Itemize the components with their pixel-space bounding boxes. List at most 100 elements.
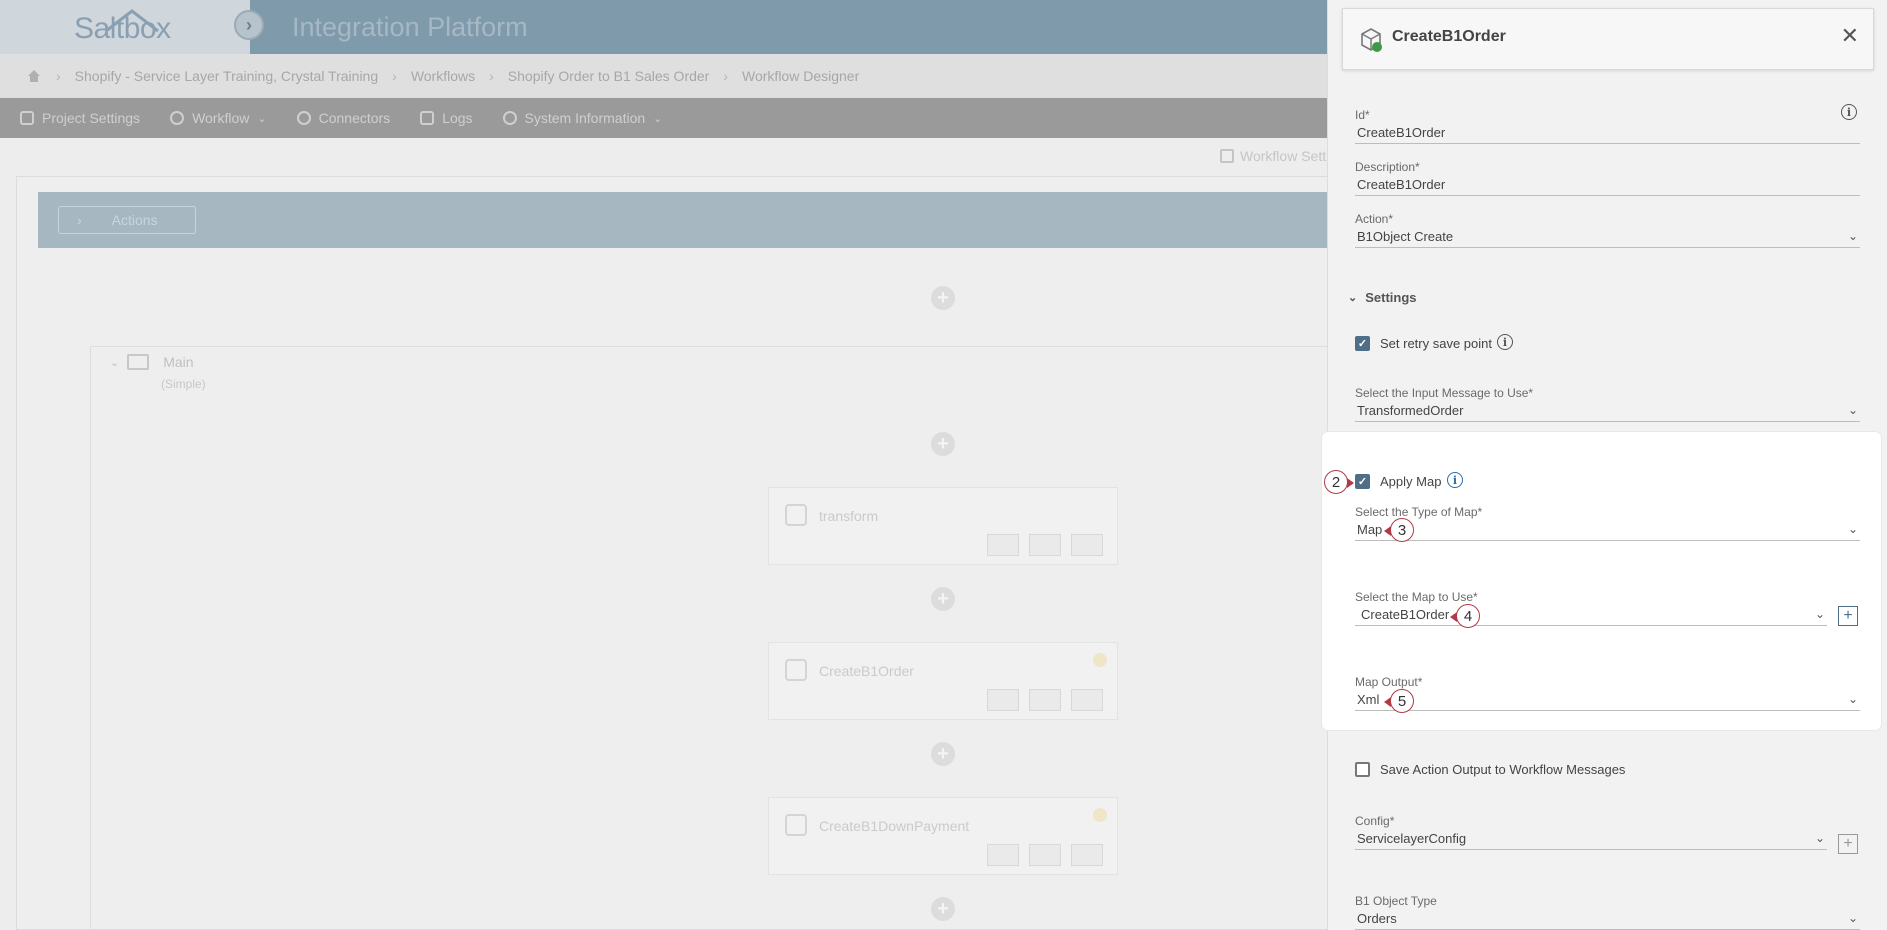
node-delete-button[interactable]: [1071, 689, 1103, 711]
node-settings-button[interactable]: [987, 844, 1019, 866]
action-value: B1Object Create: [1357, 229, 1454, 244]
breadcrumb-workflow[interactable]: Shopify Order to B1 Sales Order: [508, 68, 710, 84]
breadcrumb-separator: ›: [392, 68, 397, 84]
node-delete-button[interactable]: [1071, 534, 1103, 556]
breadcrumb-current: Workflow Designer: [742, 68, 860, 84]
id-field[interactable]: Id* CreateB1Order: [1355, 108, 1860, 144]
workflow-settings-label: Workflow Sett: [1240, 148, 1327, 164]
map-type-select[interactable]: Map ⌄: [1355, 519, 1860, 541]
node-delete-button[interactable]: [1071, 844, 1103, 866]
node-edit-button[interactable]: [1029, 534, 1061, 556]
apply-map-label: Apply Map: [1380, 474, 1442, 489]
menu-label: System Information: [524, 110, 646, 126]
node-name: transform: [819, 508, 879, 524]
main-group-header[interactable]: ⌄ Main: [110, 354, 194, 370]
menu-project-settings[interactable]: Project Settings: [20, 110, 140, 126]
menu-workflow[interactable]: Workflow ⌄: [170, 110, 267, 126]
add-step-button[interactable]: +: [931, 897, 955, 921]
add-config-button[interactable]: +: [1838, 834, 1858, 854]
panel-title: CreateB1Order: [1392, 28, 1506, 45]
menu-system-information[interactable]: System Information ⌄: [502, 110, 662, 126]
menu-label: Workflow: [192, 110, 250, 126]
description-field[interactable]: Description* CreateB1Order: [1355, 160, 1860, 196]
breadcrumb-workflows[interactable]: Workflows: [411, 68, 475, 84]
settings-section-toggle[interactable]: ⌄ Settings: [1348, 290, 1417, 305]
id-input[interactable]: CreateB1Order: [1355, 122, 1860, 144]
object-type-value: Orders: [1357, 911, 1397, 926]
add-step-button[interactable]: +: [931, 432, 955, 456]
config-value: ServicelayerConfig: [1357, 831, 1467, 846]
input-message-select[interactable]: TransformedOrder ⌄: [1355, 400, 1860, 422]
workflow-node[interactable]: transform: [768, 487, 1118, 565]
panel-header: CreateB1Order ✕: [1342, 8, 1874, 70]
description-label: Description*: [1355, 160, 1420, 174]
callout-4: 4: [1450, 604, 1480, 628]
status-dot: [1093, 653, 1107, 667]
node-edit-button[interactable]: [1029, 844, 1061, 866]
chevron-down-icon: ⌄: [1847, 229, 1858, 243]
settings-label: Settings: [1365, 290, 1417, 305]
map-type-field[interactable]: Select the Type of Map* Map ⌄: [1355, 505, 1860, 541]
menu-connectors[interactable]: Connectors: [296, 110, 390, 126]
add-step-button[interactable]: +: [931, 742, 955, 766]
input-message-value: TransformedOrder: [1357, 403, 1464, 418]
action-field[interactable]: Action* B1Object Create ⌄: [1355, 212, 1860, 248]
callout-2: 2: [1324, 470, 1354, 494]
node-settings-button[interactable]: [987, 689, 1019, 711]
config-select[interactable]: ServicelayerConfig ⌄: [1355, 828, 1827, 850]
apply-map-checkbox[interactable]: ✓: [1355, 474, 1370, 489]
chevron-down-icon: ⌄: [1814, 831, 1825, 845]
callout-5: 5: [1384, 689, 1414, 713]
input-message-field[interactable]: Select the Input Message to Use* Transfo…: [1355, 386, 1860, 422]
breadcrumb-project[interactable]: Shopify - Service Layer Training, Crysta…: [75, 68, 378, 84]
object-type-select[interactable]: Orders ⌄: [1355, 908, 1860, 930]
map-use-field[interactable]: Select the Map to Use* CreateB1Order ⌄: [1355, 590, 1827, 626]
chevron-down-icon: ⌄: [1847, 911, 1858, 925]
chevron-down-icon: ⌄: [1348, 292, 1358, 304]
map-use-label: Select the Map to Use*: [1355, 590, 1478, 604]
map-output-select[interactable]: Xml ⌄: [1355, 689, 1860, 711]
add-map-button[interactable]: +: [1838, 606, 1858, 626]
logo-text: Saltbox: [74, 12, 171, 45]
info-icon[interactable]: i: [1497, 334, 1513, 350]
map-use-value: CreateB1Order: [1361, 607, 1450, 622]
description-input[interactable]: CreateB1Order: [1355, 174, 1860, 196]
workflow-node[interactable]: CreateB1DownPayment: [768, 797, 1118, 875]
actions-label: Actions: [111, 212, 158, 228]
node-edit-button[interactable]: [1029, 689, 1061, 711]
menu-label: Logs: [442, 110, 473, 126]
actions-button[interactable]: › Actions: [58, 206, 196, 234]
breadcrumb-separator: ›: [723, 68, 729, 84]
map-use-select[interactable]: CreateB1Order ⌄: [1355, 604, 1827, 626]
logo-area: Saltbox: [0, 0, 250, 54]
node-name: CreateB1DownPayment: [819, 818, 970, 834]
close-icon[interactable]: ✕: [1841, 25, 1859, 47]
home-icon[interactable]: [26, 68, 42, 84]
retry-checkbox[interactable]: ✓: [1355, 336, 1370, 351]
action-select[interactable]: B1Object Create ⌄: [1355, 226, 1860, 248]
object-type-field[interactable]: B1 Object Type Orders ⌄: [1355, 894, 1860, 930]
connectors-icon: [296, 111, 311, 125]
breadcrumb-separator: ›: [489, 68, 494, 84]
map-output-field[interactable]: Map Output* Xml ⌄: [1355, 675, 1860, 711]
workflow-node[interactable]: CreateB1Order: [768, 642, 1118, 720]
action-label: Action*: [1355, 212, 1394, 226]
main-group-type: (Simple): [161, 377, 206, 391]
settings-icon: [1220, 149, 1234, 163]
menu-logs[interactable]: Logs: [420, 110, 473, 126]
config-field[interactable]: Config* ServicelayerConfig ⌄: [1355, 814, 1827, 850]
add-step-button[interactable]: +: [931, 286, 955, 310]
sidebar-toggle-button[interactable]: ›: [234, 10, 264, 40]
b1-object-icon: [1361, 28, 1382, 52]
id-label: Id*: [1355, 108, 1370, 122]
map-output-value: Xml: [1357, 692, 1380, 707]
add-step-button[interactable]: +: [931, 587, 955, 611]
info-icon[interactable]: i: [1841, 104, 1857, 120]
workflow-settings-link[interactable]: Workflow Sett: [1220, 148, 1326, 164]
node-settings-button[interactable]: [987, 534, 1019, 556]
transform-icon: [785, 504, 807, 526]
info-icon[interactable]: i: [1447, 472, 1463, 488]
save-output-checkbox[interactable]: [1355, 762, 1370, 777]
chevron-down-icon: ⌄: [1814, 607, 1825, 621]
group-icon: [127, 354, 150, 370]
